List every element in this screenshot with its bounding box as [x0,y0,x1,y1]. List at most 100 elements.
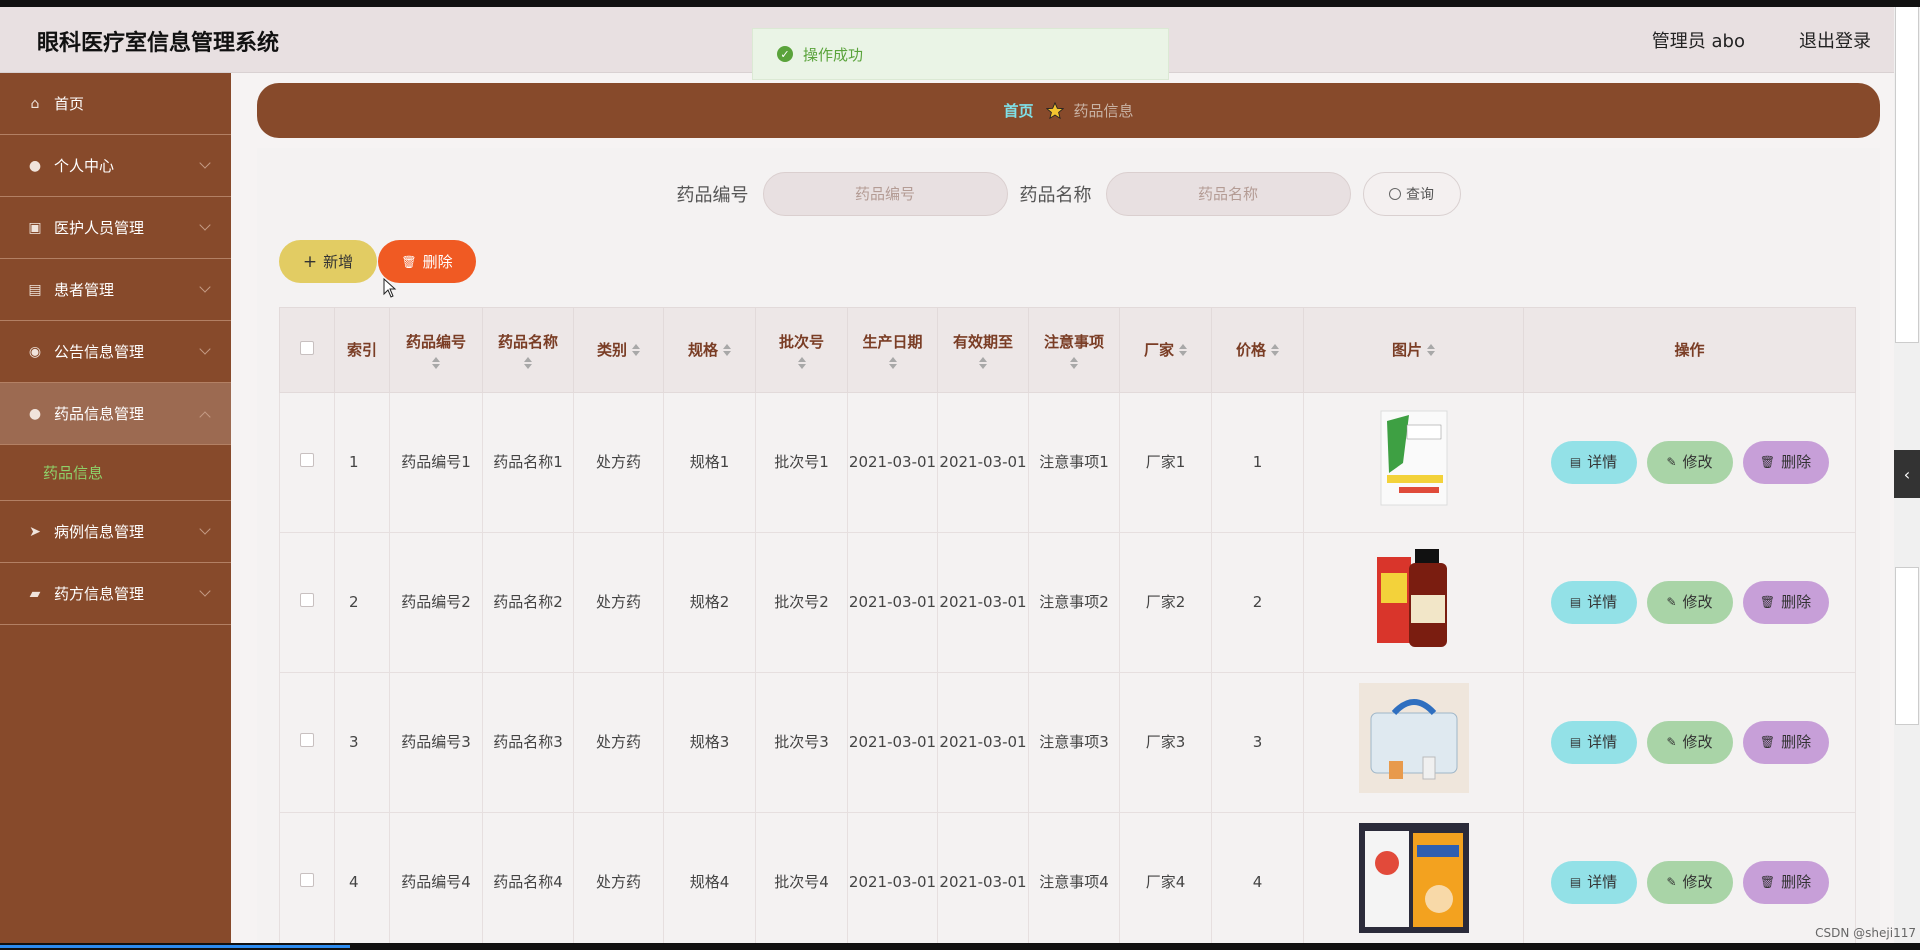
select-all-checkbox[interactable] [300,340,314,355]
cell-spec: 规格1 [663,392,756,533]
sidebar-item-home[interactable]: ⌂ 首页 [0,73,231,135]
sort-icon[interactable] [1179,344,1187,357]
scroll-panel-top[interactable] [1895,7,1919,343]
scroll-panel-bottom[interactable] [1895,567,1919,725]
cell-exp-date: 2021-03-01 [937,812,1029,950]
cell-image [1303,672,1524,813]
sort-icon[interactable] [1427,344,1435,357]
sidebar-item-label: 医护人员管理 [54,219,145,237]
edit-button[interactable]: ✎ 修改 [1646,441,1733,484]
cell-type: 处方药 [573,532,664,673]
sidebar-item-patients[interactable]: ▤ 患者管理 [0,259,231,321]
cell-actions: ▤ 详情 ✎ 修改 🗑 删除 [1523,672,1856,813]
column-header[interactable]: 注意事项 [1028,307,1120,393]
delete-button[interactable]: 🗑 删除 [1742,721,1829,764]
column-header[interactable]: 批次号 [755,307,848,393]
detail-button[interactable]: ▤ 详情 [1550,581,1637,624]
add-label: 新增 [323,253,354,271]
cell-price: 2 [1211,532,1304,673]
sidebar-item-label: 患者管理 [54,281,115,299]
column-header[interactable]: 厂家 [1119,307,1212,393]
query-button[interactable]: 查询 [1362,172,1461,216]
row-checkbox[interactable] [300,592,314,607]
sort-icon[interactable] [888,357,897,370]
cell-maker: 厂家3 [1119,672,1212,813]
chevron-up-icon [199,411,211,423]
drug-code-input[interactable] [762,172,1008,216]
delete-button[interactable]: 🗑 删除 [1742,581,1829,624]
main-panel: 药品编号 药品名称 查询 + 新增 🗑 删除 索引 药品编号 药品名称 类别 规… [257,148,1880,950]
bottom-edge [0,943,1920,950]
cell-index: 3 [334,672,390,813]
sidebar-item-cases[interactable]: ➤ 病例信息管理 [0,501,231,563]
chevron-down-icon [199,585,211,597]
header-select-all[interactable] [279,307,335,393]
drug-name-label: 药品名称 [1019,185,1092,206]
row-checkbox[interactable] [300,732,314,747]
detail-button[interactable]: ▤ 详情 [1550,861,1637,904]
detail-button[interactable]: ▤ 详情 [1550,441,1637,484]
batch-delete-button[interactable]: 🗑 删除 [378,240,476,283]
edit-button[interactable]: ✎ 修改 [1646,861,1733,904]
pencil-icon: ✎ [1666,875,1677,890]
user-icon: ● [28,157,42,174]
row-checkbox[interactable] [300,872,314,887]
delete-button[interactable]: 🗑 删除 [1742,861,1829,904]
delete-button[interactable]: 🗑 删除 [1742,441,1829,484]
cell-maker: 厂家4 [1119,812,1212,950]
sort-icon[interactable] [432,357,440,370]
cell-spec: 规格2 [663,532,756,673]
column-header[interactable]: 类别 [573,307,664,393]
sidebar-item-profile[interactable]: ● 个人中心 [0,135,231,197]
sort-icon[interactable] [723,344,731,357]
sidebar-subitem-drug-info[interactable]: 药品信息 [0,445,231,501]
sort-icon[interactable] [1271,344,1279,357]
check-circle-icon: ✓ [777,46,793,62]
detail-button[interactable]: ▤ 详情 [1550,721,1637,764]
cell-prod-date: 2021-03-01 [847,812,938,950]
trash-icon: 🗑 [1759,875,1776,890]
sidebar-item-label: 首页 [54,95,85,113]
watermark: CSDN @sheji117 [1815,926,1916,940]
column-header[interactable]: 有效期至 [937,307,1029,393]
cell-note: 注意事项4 [1028,812,1120,950]
cell-index: 2 [334,532,390,673]
sort-icon[interactable] [1070,357,1078,370]
logout-link[interactable]: 退出登录 [1799,27,1871,53]
sort-icon[interactable] [797,357,806,370]
column-header[interactable]: 价格 [1211,307,1304,393]
edit-button[interactable]: ✎ 修改 [1646,721,1733,764]
info-icon: ◉ [28,343,42,360]
cell-price: 3 [1211,672,1304,813]
drug-name-input[interactable] [1105,172,1351,216]
cell-prod-date: 2021-03-01 [847,532,938,673]
column-header[interactable]: 生产日期 [847,307,938,393]
cell-price: 1 [1211,392,1304,533]
sort-icon[interactable] [979,357,987,370]
breadcrumb-home[interactable]: 首页 [1003,100,1033,121]
cell-batch: 批次号4 [755,812,848,950]
folder-icon: ▰ [29,585,41,602]
progress-line [0,945,350,948]
sidebar-item-drugs[interactable]: ● 药品信息管理 [0,383,231,445]
cell-actions: ▤ 详情 ✎ 修改 🗑 删除 [1523,532,1856,673]
sidebar-item-prescriptions[interactable]: ▰ 药方信息管理 [0,563,231,625]
row-checkbox[interactable] [300,452,314,467]
sort-icon[interactable] [524,357,532,370]
column-header[interactable]: 药品编号 [389,307,483,393]
column-header[interactable]: 药品名称 [482,307,574,393]
edit-button[interactable]: ✎ 修改 [1646,581,1733,624]
chevron-left-icon[interactable]: ‹ [1894,450,1920,498]
sidebar-item-staff[interactable]: ▣ 医护人员管理 [0,197,231,259]
sidebar-item-notices[interactable]: ◉ 公告信息管理 [0,321,231,383]
table-row: 3 药品编号3 药品名称3 处方药 规格3 批次号3 2021-03-01 20… [279,672,1856,813]
sort-icon[interactable] [632,344,640,357]
column-header[interactable]: 图片 [1303,307,1524,393]
chevron-down-icon [199,281,211,293]
drug-image [1358,823,1469,934]
cell-exp-date: 2021-03-01 [937,392,1029,533]
column-header[interactable]: 规格 [663,307,756,393]
add-button[interactable]: + 新增 [279,240,377,283]
toast-text: 操作成功 [803,45,864,64]
user-icon: ● [28,405,42,422]
